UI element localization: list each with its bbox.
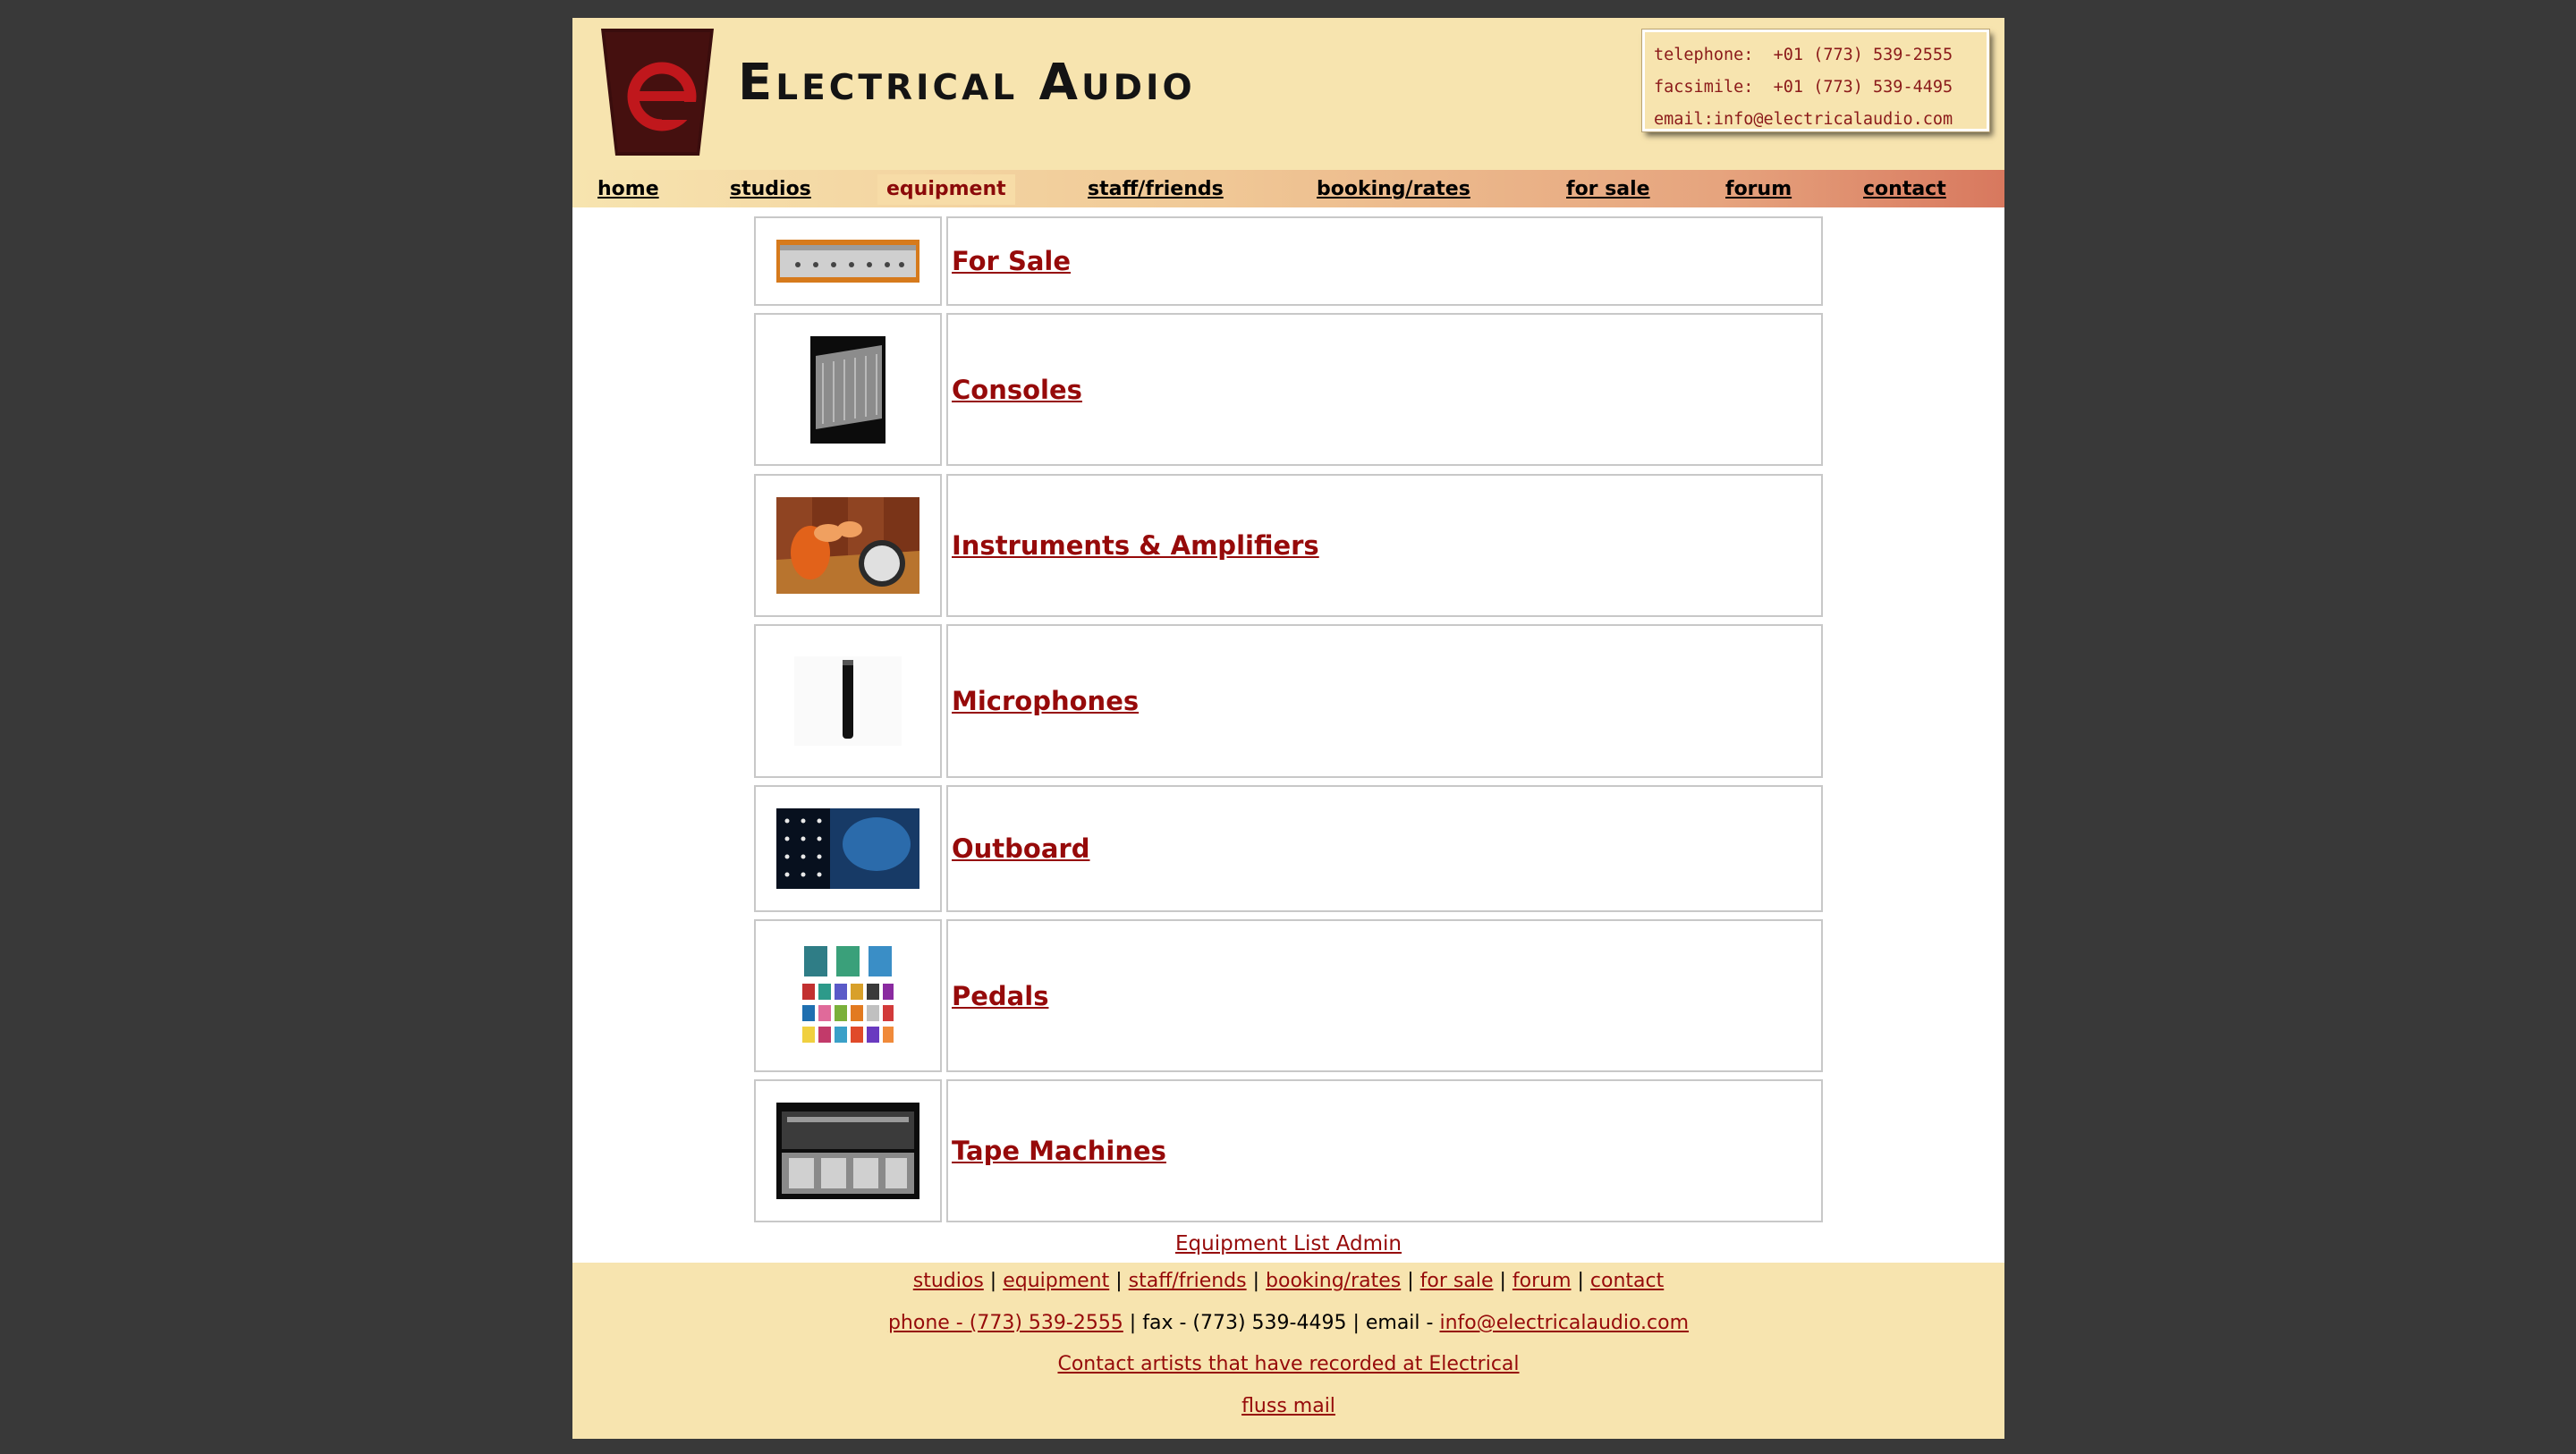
category-link-cell: Instruments & Amplifiers bbox=[946, 474, 1823, 617]
footer-link-contact[interactable]: contact bbox=[1590, 1270, 1664, 1292]
contact-facsimile: facsimile: +01 (773) 539-4495 bbox=[1654, 78, 1953, 97]
electrical-audio-logo-icon[interactable] bbox=[599, 27, 716, 157]
nav-forum[interactable]: forum bbox=[1725, 170, 1792, 207]
outboard-rack-thumbnail[interactable] bbox=[776, 808, 919, 889]
footer-separator: | bbox=[1401, 1270, 1420, 1292]
category-row-for-sale: For Sale bbox=[754, 216, 1823, 306]
footer-fax-text: | fax - (773) 539-4495 | email - bbox=[1123, 1312, 1440, 1334]
category-thumb-cell bbox=[754, 785, 942, 912]
nav-studios[interactable]: studios bbox=[730, 170, 811, 207]
category-row-tape-machines: Tape Machines bbox=[754, 1079, 1823, 1222]
category-link-instruments-amplifiers[interactable]: Instruments & Amplifiers bbox=[952, 530, 1319, 561]
footer-artists-link[interactable]: Contact artists that have recorded at El… bbox=[1057, 1353, 1519, 1375]
footer-separator: | bbox=[1493, 1270, 1513, 1292]
site-footer: studios | equipment | staff/friends | bo… bbox=[572, 1263, 2004, 1439]
category-link-pedals[interactable]: Pedals bbox=[952, 981, 1048, 1011]
nav-equipment[interactable]: equipment bbox=[877, 174, 1015, 205]
footer-separator: | bbox=[1571, 1270, 1590, 1292]
footer-fluss-mail-link[interactable]: fluss mail bbox=[1241, 1395, 1335, 1417]
console-thumbnail[interactable] bbox=[810, 335, 886, 444]
pedals-thumbnail[interactable] bbox=[799, 942, 897, 1050]
contact-info-box: telephone: +01 (773) 539-2555 facsimile:… bbox=[1641, 29, 1990, 132]
footer-link-for-sale[interactable]: for sale bbox=[1420, 1270, 1494, 1292]
tape-machine-thumbnail[interactable] bbox=[776, 1103, 919, 1199]
category-link-for-sale[interactable]: For Sale bbox=[952, 246, 1071, 276]
category-row-outboard: Outboard bbox=[754, 785, 1823, 912]
category-thumb-cell bbox=[754, 216, 942, 306]
category-link-cell: Outboard bbox=[946, 785, 1823, 912]
nav-staff-friends[interactable]: staff/friends bbox=[1088, 170, 1224, 207]
rack-unit-thumbnail[interactable] bbox=[776, 240, 919, 283]
footer-contact-line: phone - (773) 539-2555 | fax - (773) 539… bbox=[572, 1312, 2004, 1334]
footer-email-link[interactable]: info@electricalaudio.com bbox=[1439, 1312, 1689, 1334]
footer-separator: | bbox=[983, 1270, 1004, 1292]
footer-nav: studios | equipment | staff/friends | bo… bbox=[572, 1270, 2004, 1292]
equipment-list-admin-link[interactable]: Equipment List Admin bbox=[572, 1232, 2004, 1255]
main-nav: home studios equipment staff/friends boo… bbox=[572, 170, 2004, 207]
category-thumb-cell bbox=[754, 1079, 942, 1222]
nav-contact[interactable]: contact bbox=[1863, 170, 1946, 207]
category-link-outboard[interactable]: Outboard bbox=[952, 833, 1089, 864]
category-link-cell: For Sale bbox=[946, 216, 1823, 306]
category-link-cell: Microphones bbox=[946, 624, 1823, 778]
category-thumb-cell bbox=[754, 624, 942, 778]
category-row-microphones: Microphones bbox=[754, 624, 1823, 778]
category-row-consoles: Consoles bbox=[754, 313, 1823, 466]
microphone-thumbnail[interactable] bbox=[794, 656, 902, 746]
footer-link-booking-rates[interactable]: booking/rates bbox=[1266, 1270, 1401, 1292]
category-thumb-cell bbox=[754, 474, 942, 617]
footer-separator: | bbox=[1246, 1270, 1267, 1292]
footer-link-forum[interactable]: forum bbox=[1513, 1270, 1572, 1292]
page-container: Electrical Audio telephone: +01 (773) 53… bbox=[572, 18, 2004, 1439]
category-thumb-cell bbox=[754, 313, 942, 466]
category-thumb-cell bbox=[754, 919, 942, 1072]
category-link-cell: Consoles bbox=[946, 313, 1823, 466]
category-link-tape-machines[interactable]: Tape Machines bbox=[952, 1136, 1166, 1166]
nav-booking-rates[interactable]: booking/rates bbox=[1317, 170, 1470, 207]
category-row-instruments-amplifiers: Instruments & Amplifiers bbox=[754, 474, 1823, 617]
contact-email: email:info@electricalaudio.com bbox=[1654, 110, 1953, 129]
footer-link-studios[interactable]: studios bbox=[913, 1270, 984, 1292]
category-link-cell: Pedals bbox=[946, 919, 1823, 1072]
footer-fluss-line: fluss mail bbox=[572, 1395, 2004, 1417]
footer-link-equipment[interactable]: equipment bbox=[1003, 1270, 1109, 1292]
footer-separator: | bbox=[1109, 1270, 1129, 1292]
site-header: Electrical Audio telephone: +01 (773) 53… bbox=[572, 18, 2004, 170]
footer-artists-line: Contact artists that have recorded at El… bbox=[572, 1353, 2004, 1375]
footer-phone-link[interactable]: phone - (773) 539-2555 bbox=[888, 1312, 1123, 1334]
category-row-pedals: Pedals bbox=[754, 919, 1823, 1072]
nav-home[interactable]: home bbox=[597, 170, 659, 207]
nav-for-sale[interactable]: for sale bbox=[1566, 170, 1650, 207]
drum-kit-thumbnail[interactable] bbox=[776, 497, 919, 594]
category-link-cell: Tape Machines bbox=[946, 1079, 1823, 1222]
category-link-microphones[interactable]: Microphones bbox=[952, 686, 1139, 716]
category-link-consoles[interactable]: Consoles bbox=[952, 375, 1082, 405]
contact-telephone: telephone: +01 (773) 539-2555 bbox=[1654, 46, 1953, 64]
footer-link-staff-friends[interactable]: staff/friends bbox=[1129, 1270, 1247, 1292]
site-title[interactable]: Electrical Audio bbox=[738, 54, 1196, 112]
